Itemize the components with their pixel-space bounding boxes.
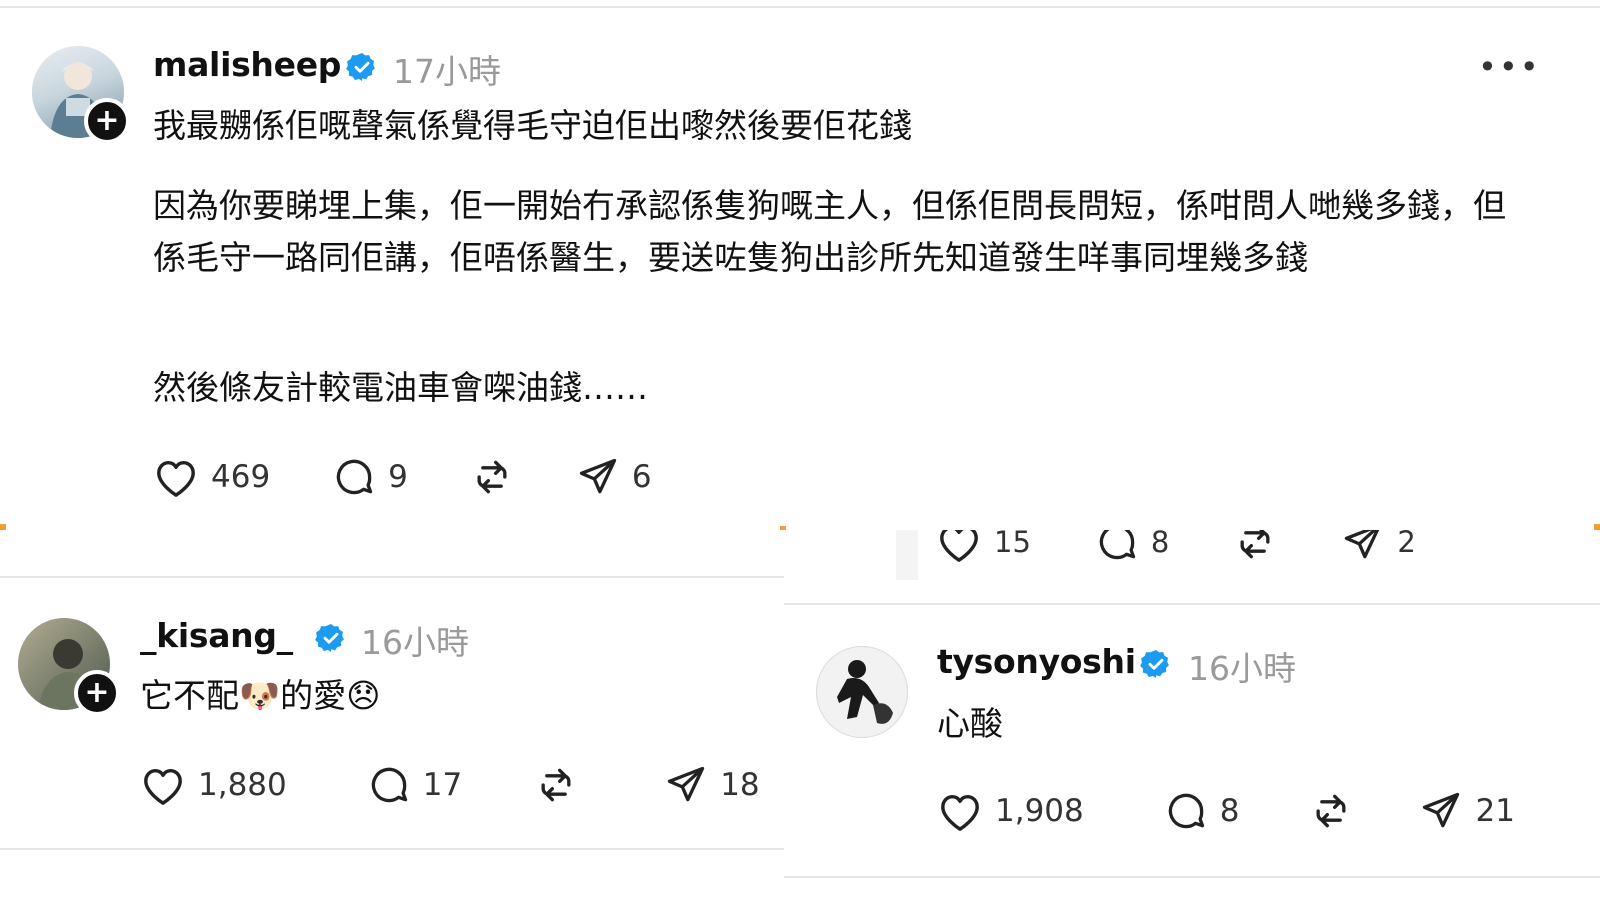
avatar[interactable]: + xyxy=(32,46,130,144)
like-count: 1,880 xyxy=(198,767,287,803)
like-button[interactable]: 469 xyxy=(153,456,270,498)
comment-icon xyxy=(1168,793,1204,829)
like-count: 15 xyxy=(994,530,1031,559)
like-button[interactable]: 15 xyxy=(936,530,1031,563)
share-button[interactable]: 2 xyxy=(1341,530,1416,564)
post-kisang: + _kisang_ 16小時 它不配🐶的愛😞 1,880 17 18 xyxy=(0,530,784,882)
post-paragraph-1: 我最嬲係佢嘅聲氣係覺得毛守迫佢出嚟然後要佢花錢 xyxy=(153,106,912,145)
comment-count: 8 xyxy=(1219,793,1240,829)
post-paragraph-3: 然後條友計較電油車會㗎油錢…… xyxy=(153,368,648,407)
comment-icon xyxy=(1099,530,1136,560)
like-count: 1,908 xyxy=(995,793,1084,829)
post-time: 16小時 xyxy=(1188,649,1296,688)
heart-icon xyxy=(941,794,979,831)
username[interactable]: malisheep xyxy=(153,45,341,84)
username[interactable]: tysonyoshi xyxy=(937,642,1136,681)
repost-icon xyxy=(1240,530,1270,559)
divider xyxy=(784,603,1600,605)
send-icon xyxy=(668,766,705,802)
cropped-edge xyxy=(896,530,918,580)
send-icon xyxy=(1423,792,1460,828)
repost-button[interactable] xyxy=(470,455,514,499)
share-count: 18 xyxy=(720,767,760,803)
share-button[interactable]: 18 xyxy=(664,763,760,807)
partial-action-bar: 15 8 2 xyxy=(936,530,1416,562)
share-button[interactable]: 6 xyxy=(576,455,652,499)
comment-button[interactable]: 8 xyxy=(1095,530,1169,564)
heart-icon xyxy=(940,530,978,562)
repost-icon xyxy=(1317,794,1346,828)
verified-badge-icon xyxy=(346,53,375,81)
post-text: 心酸 xyxy=(937,704,1003,743)
more-options-icon[interactable]: ••• xyxy=(1478,48,1541,86)
comment-button[interactable]: 9 xyxy=(332,455,408,499)
post-text: 它不配🐶的愛😞 xyxy=(140,676,381,715)
heart-icon xyxy=(157,460,195,497)
action-bar: 1,908 8 21 xyxy=(937,786,1515,836)
action-bar: 1,880 17 18 xyxy=(140,760,760,810)
send-icon xyxy=(1345,530,1380,559)
post-tysonyoshi: 15 8 2 tysonyoshi 16小時 心酸 1,908 8 21 xyxy=(784,530,1600,882)
like-button[interactable]: 1,880 xyxy=(140,764,287,806)
divider xyxy=(0,576,784,578)
share-button[interactable]: 21 xyxy=(1419,789,1515,833)
avatar[interactable] xyxy=(816,646,908,738)
follow-button[interactable]: + xyxy=(84,98,130,144)
post-time: 17小時 xyxy=(393,52,501,91)
comment-count: 17 xyxy=(422,767,463,803)
action-bar: 469 9 6 xyxy=(153,452,652,502)
username[interactable]: _kisang_ xyxy=(140,616,293,655)
comment-count: 9 xyxy=(388,459,408,495)
send-icon xyxy=(579,458,617,494)
avatar[interactable]: + xyxy=(18,618,120,716)
verified-badge-icon xyxy=(315,624,344,652)
comment-icon xyxy=(336,459,373,495)
divider xyxy=(0,848,784,850)
comment-button[interactable]: 8 xyxy=(1164,789,1240,833)
repost-button[interactable] xyxy=(1309,789,1353,833)
heart-icon xyxy=(144,768,182,805)
repost-icon xyxy=(541,768,571,802)
post-paragraph-2: 因為你要睇埋上集，佢一開始冇承認係隻狗嘅主人，但係佢問長問短，係咁問人哋幾多錢，… xyxy=(153,186,1506,277)
repost-icon xyxy=(477,460,507,494)
comment-icon xyxy=(371,767,407,803)
like-count: 469 xyxy=(211,459,271,495)
repost-button[interactable] xyxy=(1233,530,1277,564)
comment-count: 8 xyxy=(1150,530,1170,559)
share-count: 2 xyxy=(1397,530,1416,559)
like-button[interactable]: 1,908 xyxy=(937,790,1084,832)
share-count: 6 xyxy=(631,459,652,495)
post-time: 16小時 xyxy=(361,623,469,662)
comment-button[interactable]: 17 xyxy=(367,763,462,807)
divider xyxy=(784,876,1600,878)
share-count: 21 xyxy=(1475,793,1515,829)
repost-button[interactable] xyxy=(534,763,578,807)
avatar-person-image xyxy=(837,660,893,724)
verified-badge-icon xyxy=(1140,650,1169,678)
top-divider xyxy=(0,6,1600,8)
follow-button[interactable]: + xyxy=(74,670,120,716)
post-malisheep: + malisheep 17小時 ••• 我最嬲係佢嘅聲氣係覺得毛守迫佢出嚟然後… xyxy=(0,0,1600,528)
